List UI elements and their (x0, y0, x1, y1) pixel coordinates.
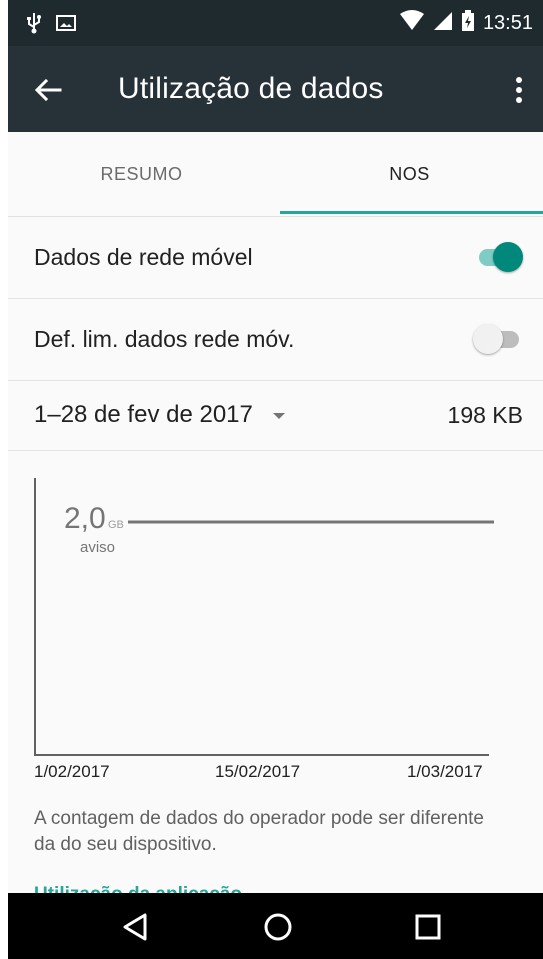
cycle-row: 1–28 de fev de 2017 198 KB (8, 380, 543, 451)
data-limit-switch[interactable] (473, 324, 523, 354)
tab-resumo[interactable]: RESUMO (8, 132, 275, 216)
wifi-icon (399, 10, 425, 37)
chart-x-labels: 1/02/2017 15/02/2017 1/03/2017 (34, 762, 510, 788)
clock: 13:51 (482, 12, 533, 34)
warning-value: 2,0 (64, 502, 106, 535)
x-label-start: 1/02/2017 (34, 762, 110, 781)
cycle-range: 1–28 de fev de 2017 (34, 401, 253, 428)
data-total: 198 KB (447, 401, 523, 428)
x-label-mid: 15/02/2017 (215, 762, 301, 781)
dropdown-arrow-icon (272, 413, 285, 419)
nav-back-icon[interactable] (118, 909, 154, 945)
more-vert-icon[interactable] (509, 72, 529, 108)
tab-indicator (280, 211, 543, 214)
warning-unit: GB (108, 519, 124, 531)
page-title: Utilização de dados (118, 72, 384, 105)
arrow-back-icon[interactable] (30, 72, 66, 108)
mobile-data-label: Dados de rede móvel (34, 243, 253, 270)
battery-charging-icon (461, 10, 475, 37)
switch-thumb (493, 242, 523, 272)
nav-recents-icon[interactable] (410, 909, 446, 945)
mobile-data-row[interactable]: Dados de rede móvel (8, 216, 543, 299)
usage-chart: 2,0 GB aviso (34, 478, 494, 756)
data-limit-row[interactable]: Def. lim. dados rede móv. (8, 298, 543, 381)
cell-signal-icon (433, 10, 453, 37)
warning-label: aviso (80, 539, 115, 556)
x-label-end: 1/03/2017 (407, 762, 483, 781)
data-limit-label: Def. lim. dados rede móv. (34, 325, 295, 352)
cycle-dropdown[interactable]: 1–28 de fev de 2017 (34, 401, 285, 429)
switch-thumb (473, 324, 503, 354)
usb-icon (26, 12, 42, 39)
image-notification-icon (56, 14, 76, 37)
nav-home-icon[interactable] (260, 909, 296, 945)
tab-nos[interactable]: NOS (276, 132, 543, 216)
navigation-bar (8, 893, 543, 959)
tab-bar: RESUMO NOS (8, 132, 543, 217)
mobile-data-switch[interactable] (473, 242, 523, 272)
status-bar: 13:51 (8, 0, 543, 46)
screen: 13:51 Utilização de dados RESUMO NOS Dad… (8, 0, 543, 959)
carrier-note: A contagem de dados do operador pode ser… (34, 808, 484, 855)
app-toolbar: Utilização de dados (8, 46, 543, 132)
